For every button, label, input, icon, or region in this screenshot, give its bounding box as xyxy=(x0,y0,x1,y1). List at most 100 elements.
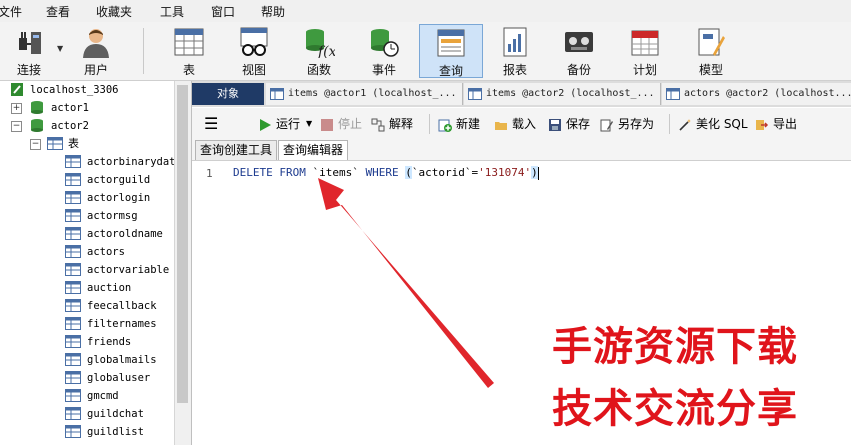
sql-keyword: DELETE xyxy=(233,166,273,179)
query-button[interactable]: 查询 xyxy=(419,24,483,78)
load-button[interactable]: 载入 xyxy=(494,115,536,133)
collapse-icon[interactable]: − xyxy=(30,139,41,150)
backup-button[interactable]: 备份 xyxy=(550,24,608,78)
new-button[interactable]: 新建 xyxy=(438,115,480,133)
model-button[interactable]: 模型 xyxy=(682,24,740,78)
sql-paren: ) xyxy=(531,166,538,179)
table-name: actoroldname xyxy=(87,228,163,240)
tree-scrollbar[interactable] xyxy=(174,81,191,445)
menu-file[interactable]: 文件 xyxy=(0,3,22,20)
connection-label: localhost_3306 xyxy=(30,84,119,96)
menu-window[interactable]: 窗口 xyxy=(211,3,235,20)
menu-view[interactable]: 查看 xyxy=(46,3,70,20)
connect-button[interactable]: 连接 xyxy=(0,24,58,78)
list-item[interactable]: actorlogin xyxy=(0,189,175,207)
tab-query-actors-actor2[interactable]: actors @actor2 (localhost... xyxy=(662,83,851,105)
list-item[interactable]: gmcmd xyxy=(0,387,175,405)
tree-db-actor2[interactable]: − actor2 xyxy=(0,117,175,135)
list-item[interactable]: guildchat xyxy=(0,405,175,423)
beautify-sql-button[interactable]: 美化 SQL xyxy=(678,115,748,133)
list-item[interactable]: feecallback xyxy=(0,297,175,315)
export-label: 导出 xyxy=(773,117,798,131)
run-dropdown-icon[interactable]: ▼ xyxy=(306,115,312,133)
table-button[interactable]: 表 xyxy=(160,24,218,78)
function-button[interactable]: f(x) 函数 xyxy=(290,24,348,78)
list-item[interactable]: actormsg xyxy=(0,207,175,225)
list-item[interactable]: filternames xyxy=(0,315,175,333)
sql-identifier: `actorid` xyxy=(411,166,472,179)
view-button[interactable]: 视图 xyxy=(225,24,283,78)
table-name: actormsg xyxy=(87,210,138,222)
sql-paren: ( xyxy=(405,166,412,179)
sql-keyword: FROM xyxy=(279,166,306,179)
tab-query-items-actor1[interactable]: items @actor1 (localhost_... xyxy=(266,83,463,105)
connect-dropdown-icon[interactable]: ▼ xyxy=(57,44,63,53)
tree-db-actor1[interactable]: + actor1 xyxy=(0,99,175,117)
new-query-icon xyxy=(438,119,452,132)
save-label: 保存 xyxy=(566,117,591,131)
database-icon xyxy=(31,101,43,114)
menu-help[interactable]: 帮助 xyxy=(261,3,285,20)
svg-text:f(x): f(x) xyxy=(317,44,335,58)
tree-connection[interactable]: localhost_3306 xyxy=(0,81,175,99)
event-button[interactable]: 事件 xyxy=(355,24,413,78)
menu-favorites[interactable]: 收藏夹 xyxy=(96,3,132,20)
sql-code-line[interactable]: DELETE FROM `items` WHERE (`actorid`='13… xyxy=(233,166,539,180)
explain-button[interactable]: 解释 xyxy=(371,115,413,133)
list-item[interactable]: actorguild xyxy=(0,171,175,189)
table-icon xyxy=(65,227,81,240)
table-name: feecallback xyxy=(87,300,157,312)
query-subtabs: 查询创建工具 查询编辑器 xyxy=(192,140,851,160)
tree-tables-group[interactable]: − 表 xyxy=(0,135,175,153)
user-label: 用户 xyxy=(83,63,108,77)
backup-tape-icon xyxy=(565,32,593,52)
sql-keyword: WHERE xyxy=(365,166,399,179)
list-item[interactable]: guildlist xyxy=(0,423,175,441)
table-name: guildlist xyxy=(87,426,144,438)
list-item[interactable]: actorbinarydata xyxy=(0,153,182,171)
table-name: actorguild xyxy=(87,174,151,186)
hamburger-menu-icon[interactable]: ☰ xyxy=(204,115,218,133)
list-item[interactable]: actoroldname xyxy=(0,225,175,243)
export-button[interactable]: 导出 xyxy=(755,115,797,133)
user-button[interactable]: 用户 xyxy=(67,24,125,78)
query-tab-icon xyxy=(666,88,680,100)
tab-objects[interactable]: 对象 xyxy=(192,83,264,105)
tab-query-builder[interactable]: 查询创建工具 xyxy=(195,140,278,160)
tab-query-editor[interactable]: 查询编辑器 xyxy=(278,140,349,160)
list-item[interactable]: friends xyxy=(0,333,175,351)
collapse-icon[interactable]: − xyxy=(11,121,22,132)
stop-icon xyxy=(321,118,333,131)
save-as-label: 另存为 xyxy=(618,117,655,131)
expand-icon[interactable]: + xyxy=(11,103,22,114)
list-item[interactable]: actors xyxy=(0,243,175,261)
table-icon xyxy=(65,245,81,258)
save-button[interactable]: 保存 xyxy=(548,115,590,133)
table-icon xyxy=(65,209,81,222)
event-label: 事件 xyxy=(371,63,396,77)
table-name: friends xyxy=(87,336,132,348)
list-item[interactable]: globaluser xyxy=(0,369,175,387)
tab-title: items @actor2 (localhost_... xyxy=(486,88,655,99)
object-tree[interactable]: localhost_3306 + actor1 − actor2 − 表 act… xyxy=(0,81,192,445)
connection-icon xyxy=(11,83,23,96)
table-icon xyxy=(65,155,81,168)
table-name: actorlogin xyxy=(87,192,151,204)
menu-tools[interactable]: 工具 xyxy=(160,3,184,20)
list-item[interactable]: auction xyxy=(0,279,175,297)
schedule-button[interactable]: 计划 xyxy=(616,24,674,78)
sql-identifier: `items` xyxy=(312,166,359,179)
table-icon xyxy=(65,389,81,402)
table-icon xyxy=(65,335,81,348)
report-button[interactable]: 报表 xyxy=(486,24,544,78)
stop-button[interactable]: 停止 xyxy=(320,115,362,133)
tab-title: actors @actor2 (localhost... xyxy=(684,88,851,99)
tab-query-items-actor2[interactable]: items @actor2 (localhost_... xyxy=(464,83,661,105)
table-name: filternames xyxy=(87,318,157,330)
list-item[interactable]: globalmails xyxy=(0,351,175,369)
table-icon xyxy=(65,317,81,330)
scrollbar-thumb[interactable] xyxy=(177,85,188,403)
save-as-button[interactable]: 另存为 xyxy=(600,115,654,133)
list-item[interactable]: actorvariable xyxy=(0,261,175,279)
run-button[interactable]: 运行 xyxy=(258,115,300,133)
